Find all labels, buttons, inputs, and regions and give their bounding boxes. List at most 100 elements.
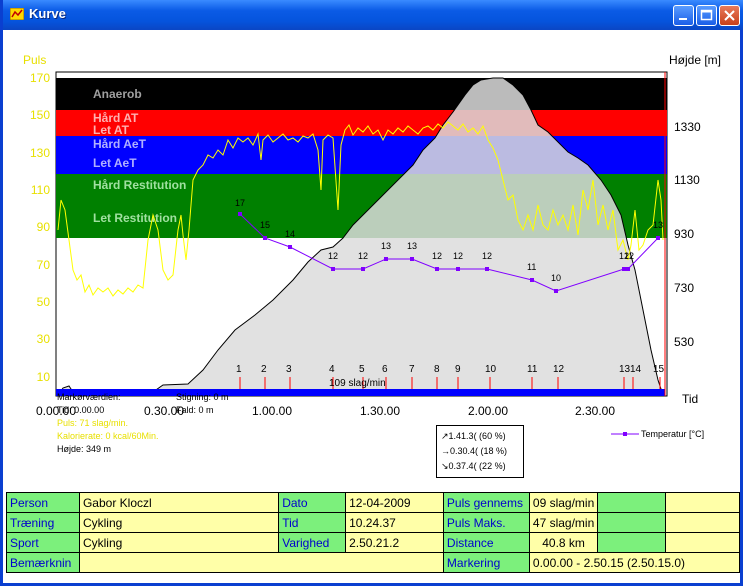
stats-downhill: ↘0.37.4( (22 %): [441, 461, 506, 471]
temp-label: 11: [527, 262, 536, 272]
date-value[interactable]: 12-04-2009: [345, 492, 444, 513]
table-row: Sport Cykling Varighed 2.50.21.2 Distanc…: [6, 532, 740, 553]
person-label: Person: [6, 492, 80, 513]
maximize-icon: [700, 9, 713, 21]
time-value[interactable]: 10.24.37: [345, 512, 444, 533]
table-row: Træning Cykling Tid 10.24.37 Puls Maks. …: [6, 512, 740, 533]
right-axis-ticks: 1330 1130 930 730 530: [674, 120, 701, 349]
temp-label: 13: [407, 241, 417, 251]
lap-label: 1: [236, 364, 242, 375]
svg-text:130: 130: [30, 146, 50, 160]
svg-text:730: 730: [674, 281, 694, 295]
cursor-info-altitude: Højde: 349 m: [57, 444, 112, 454]
lap-label: 8: [434, 364, 440, 375]
lap-label: 11: [527, 364, 538, 375]
svg-text:1330: 1330: [674, 120, 701, 134]
zone-label-let-aet: Let AeT: [93, 156, 137, 170]
svg-text:110: 110: [31, 183, 50, 197]
window-title: Kurve: [29, 6, 66, 21]
temp-label: 17: [235, 198, 245, 208]
svg-text:170: 170: [30, 71, 50, 85]
max-pulse-label: Puls Maks.: [442, 512, 530, 533]
svg-text:2.30.00: 2.30.00: [575, 404, 615, 418]
avg-pulse-value[interactable]: 09 slag/min: [528, 492, 599, 513]
empty-cell: [665, 492, 740, 513]
zone-label-hard-restitution: Hård Restitution: [93, 178, 186, 192]
distance-value[interactable]: 40.8 km: [528, 532, 599, 553]
empty-cell: [597, 492, 667, 513]
lap-label: 6: [382, 364, 388, 375]
title-bar[interactable]: Kurve: [3, 0, 743, 30]
temp-label: 12: [482, 251, 492, 261]
duration-label: Varighed: [278, 532, 347, 553]
person-value[interactable]: Gabor Kloczl: [78, 492, 280, 513]
distance-label: Distance: [442, 532, 530, 553]
cursor-info-descent: Fald: 0 m: [176, 405, 214, 415]
temp-label: 12: [358, 251, 368, 261]
sport-value[interactable]: Cykling: [78, 532, 280, 553]
empty-cell: [665, 532, 740, 553]
duration-value[interactable]: 2.50.21.2: [345, 532, 444, 553]
lap-label: 12: [553, 364, 565, 375]
svg-text:930: 930: [674, 227, 694, 241]
lap-label: 13: [619, 364, 631, 375]
right-axis-bottom-label: Tid: [682, 392, 698, 406]
sport-label: Sport: [6, 532, 80, 553]
max-pulse-value[interactable]: 47 slag/min: [528, 512, 599, 533]
lap-label: 2: [261, 364, 267, 375]
cursor-info-climb: Stigning: 0 m: [176, 392, 229, 402]
avg-pulse-label: Puls gennems: [442, 492, 530, 513]
lap-label: 3: [286, 364, 292, 375]
svg-text:90: 90: [37, 220, 51, 234]
lap-label: 10: [485, 364, 497, 375]
remarks-value[interactable]: [78, 552, 444, 573]
svg-text:1130: 1130: [674, 173, 700, 187]
training-label: Træning: [6, 512, 80, 533]
zone-label-let-restitution: Let Restitution: [93, 211, 177, 225]
temp-label: 13: [381, 241, 391, 251]
temp-label: 13: [653, 220, 663, 230]
training-value[interactable]: Cykling: [78, 512, 280, 533]
svg-text:10: 10: [37, 370, 51, 384]
svg-text:2.00.00: 2.00.00: [468, 404, 508, 418]
temp-label: 12: [328, 251, 338, 261]
selection-bar[interactable]: [56, 389, 665, 396]
temp-label: 10: [551, 273, 561, 283]
remarks-label: Bemærknin: [6, 552, 80, 573]
cursor-info-title: Markørværdien:: [57, 392, 121, 402]
temp-label: 15: [260, 220, 270, 230]
right-axis-title: Højde [m]: [669, 53, 721, 67]
lap-label: 4: [329, 364, 335, 375]
lap-label: 5: [359, 364, 365, 375]
svg-text:1.00.00: 1.00.00: [252, 404, 292, 418]
minimize-button[interactable]: [673, 5, 694, 26]
selection-value[interactable]: 0.00.00 - 2.50.15 (2.50.15.0): [528, 552, 741, 573]
temp-label: 12: [453, 251, 463, 261]
stats-flat: →0.30.4( (18 %): [441, 446, 508, 456]
time-label: Tid: [278, 512, 347, 533]
svg-text:530: 530: [674, 335, 694, 349]
left-axis-ticks: 170 150 130 110 90 70 50 30 10: [30, 71, 50, 384]
temperature-legend-marker: [623, 432, 627, 436]
svg-text:30: 30: [37, 332, 51, 346]
temp-label: 12: [432, 251, 442, 261]
table-row: Person Gabor Kloczl Dato 12-04-2009 Puls…: [6, 492, 740, 513]
temperature-legend-label: Temperatur [°C]: [641, 429, 704, 439]
close-icon: [724, 10, 735, 21]
lap-label: 9: [455, 364, 461, 375]
lap-label: 7: [409, 364, 415, 375]
empty-cell: [665, 512, 740, 533]
maximize-button[interactable]: [696, 5, 717, 26]
table-row: Bemærknin Markering 0.00.00 - 2.50.15 (2…: [6, 552, 741, 573]
selection-label: Markering: [442, 552, 530, 573]
zone-label-anaerob: Anaerob: [93, 87, 142, 101]
empty-cell: [597, 532, 667, 553]
svg-text:70: 70: [37, 258, 51, 272]
svg-text:1.30.00: 1.30.00: [360, 404, 400, 418]
chart-icon: [10, 8, 24, 20]
minimize-icon: [679, 18, 687, 20]
empty-cell: [597, 512, 667, 533]
close-button[interactable]: [719, 5, 740, 26]
svg-text:150: 150: [30, 108, 50, 122]
left-axis-title: Puls: [23, 53, 46, 67]
